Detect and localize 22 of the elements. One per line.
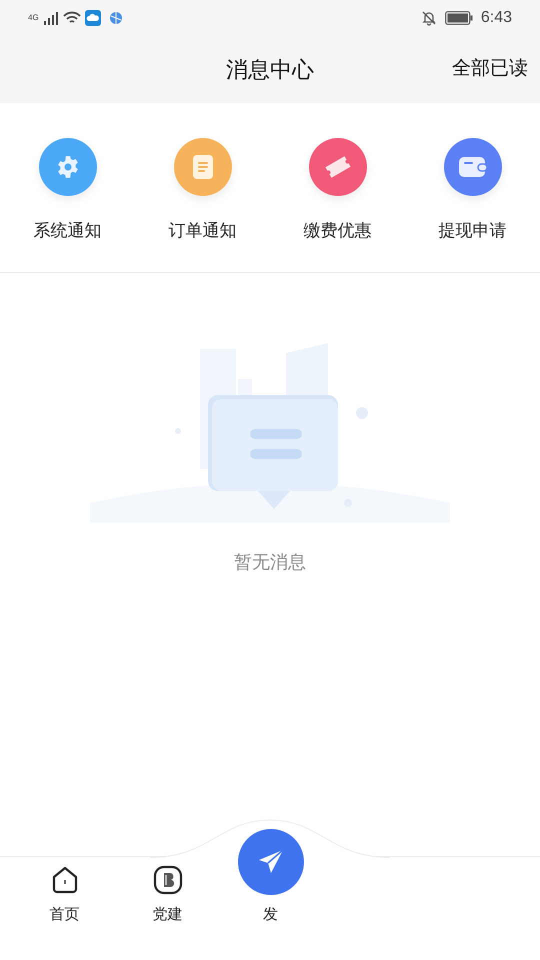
note-icon [190, 154, 214, 180]
wifi-icon [62, 11, 81, 25]
category-button[interactable]: 提现申请 [405, 138, 540, 248]
category-button[interactable]: 系统通知 [0, 138, 135, 248]
battery-icon [444, 11, 473, 25]
nav-tab[interactable]: 首页 [13, 865, 116, 926]
network-label: 4G [28, 14, 39, 22]
category-button[interactable]: 缴费优惠 [270, 138, 405, 248]
mark-all-read-button[interactable]: 全部已读 [452, 55, 528, 84]
category-button[interactable]: 订单通知 [135, 138, 270, 248]
wallet-icon [458, 155, 488, 179]
ticket-icon [324, 154, 352, 180]
clock-time: 6:43 [480, 8, 512, 28]
signal-icon [42, 11, 59, 25]
globe-app-icon [108, 11, 123, 25]
nav-tab[interactable]: 发 [219, 829, 322, 926]
nav-tab[interactable]: 党建 [116, 865, 219, 926]
page-title: 消息中心 [226, 56, 314, 84]
empty-message-text: 暂无消息 [234, 551, 306, 574]
cloud-app-icon [84, 10, 101, 26]
bell-off-icon [420, 10, 437, 26]
bookmark-icon [152, 865, 182, 895]
